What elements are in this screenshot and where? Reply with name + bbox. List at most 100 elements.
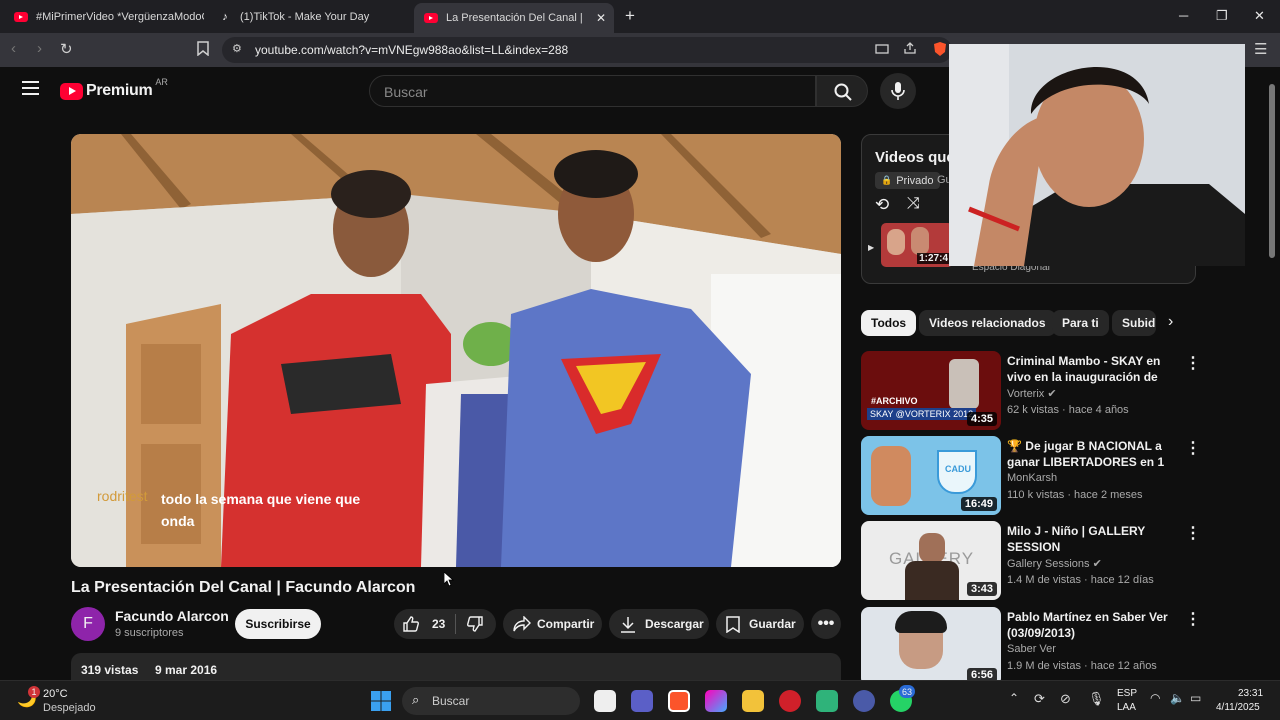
file-explorer-icon[interactable]: [742, 690, 764, 712]
upload-date: 9 mar 2016: [155, 663, 218, 677]
menu-icon[interactable]: ☰: [1254, 40, 1267, 58]
playlist-item-thumbnail[interactable]: 1:27:4: [881, 223, 953, 267]
shuffle-icon[interactable]: ⤨: [907, 195, 920, 213]
channel-avatar[interactable]: F: [71, 607, 105, 641]
wifi-icon[interactable]: ◠: [1150, 691, 1160, 705]
site-settings-icon[interactable]: ⚙: [232, 42, 242, 55]
privacy-label: Privado: [896, 174, 934, 187]
microphone-icon[interactable]: 🎙: [1088, 691, 1105, 707]
bookmark-icon[interactable]: [197, 41, 209, 60]
location-off-icon[interactable]: ⊘: [1060, 691, 1071, 707]
tab-tiktok[interactable]: ♪ (1)TikTok - Make Your Day: [208, 4, 408, 30]
video-title[interactable]: Pablo Martínez en Saber Ver (03/09/2013): [1007, 609, 1179, 641]
voice-search-button[interactable]: [880, 73, 916, 109]
taskbar: 🌙 1 20°C Despejado ⌕ Buscar 63 ⌃ ⟳ ⊘ 🎙 E…: [0, 680, 1280, 720]
chip-all[interactable]: Todos: [861, 310, 917, 336]
video-player[interactable]: rodritest todo la semana que viene que o…: [71, 134, 841, 567]
loop-icon[interactable]: ⟲: [875, 195, 889, 215]
clock-date[interactable]: 4/11/2025: [1216, 702, 1260, 713]
windows-start-icon[interactable]: [371, 691, 391, 711]
teams-icon[interactable]: [631, 690, 653, 712]
task-view-icon[interactable]: [594, 690, 616, 712]
share-button[interactable]: Compartir: [503, 609, 602, 639]
video-title[interactable]: Milo J - Niño | GALLERY SESSION: [1007, 523, 1179, 555]
related-video[interactable]: 6:56 Pablo Martínez en Saber Ver (03/09/…: [861, 607, 1196, 680]
subscribe-button[interactable]: Suscribirse: [235, 609, 321, 639]
minimize-button[interactable]: ─: [1179, 8, 1188, 23]
dislike-button[interactable]: [466, 615, 484, 633]
related-video[interactable]: #ARCHIVO SKAY @VORTERIX 2012 4:35 Crimin…: [861, 351, 1201, 431]
channel-name[interactable]: Saber Ver: [1007, 643, 1056, 655]
thumbnail-caption: CADU: [945, 464, 971, 474]
playlist-title[interactable]: Videos que: [875, 149, 955, 166]
download-button[interactable]: Descargar: [609, 609, 709, 639]
taskbar-search[interactable]: ⌕ Buscar: [402, 687, 580, 715]
battery-icon[interactable]: ▭: [1190, 691, 1201, 705]
brave-shield-icon[interactable]: [933, 41, 947, 61]
chip-related[interactable]: Videos relacionados: [919, 310, 1056, 336]
chevron-up-icon[interactable]: ⌃: [1009, 691, 1019, 705]
chevron-right-icon[interactable]: ›: [1168, 313, 1173, 331]
discord-icon[interactable]: [853, 690, 875, 712]
language-code[interactable]: ESP: [1117, 688, 1137, 699]
hamburger-menu-icon[interactable]: [22, 81, 39, 100]
video-meta: 1.9 M de vistas · hace 12 años: [1007, 660, 1157, 672]
more-vertical-icon[interactable]: ⋮: [1185, 523, 1201, 543]
copilot-icon[interactable]: [705, 690, 727, 712]
forward-icon[interactable]: ›: [37, 40, 42, 57]
back-icon[interactable]: ‹: [11, 40, 16, 57]
search-placeholder: Buscar: [384, 84, 428, 100]
more-vertical-icon[interactable]: ⋮: [1185, 353, 1201, 373]
clock-time[interactable]: 23:31: [1238, 688, 1263, 699]
video-thumbnail[interactable]: #ARCHIVO SKAY @VORTERIX 2012 4:35: [861, 351, 1001, 430]
channel-name[interactable]: Facundo Alarcon: [115, 608, 229, 624]
opera-icon[interactable]: [779, 690, 801, 712]
new-tab-button[interactable]: +: [625, 6, 635, 26]
video-thumbnail[interactable]: 6:56: [861, 607, 1001, 680]
more-vertical-icon[interactable]: ⋮: [1185, 609, 1196, 629]
close-window-button[interactable]: ✕: [1254, 8, 1265, 24]
webcam-frame: [949, 44, 1245, 266]
scrollbar-thumb[interactable]: [1269, 84, 1275, 258]
like-count: 23: [432, 617, 446, 631]
channel-name[interactable]: Gallery Sessions ✔: [1007, 557, 1102, 570]
reload-icon[interactable]: ↻: [60, 40, 73, 58]
video-meta: 1.4 M de vistas · hace 12 días: [1007, 574, 1154, 586]
channel-name[interactable]: Vorterix ✔: [1007, 387, 1057, 400]
tab-first[interactable]: #MiPrimerVideo *VergüenzaModoOFF*: [4, 4, 204, 30]
sync-icon[interactable]: ⟳: [1034, 691, 1045, 707]
temperature[interactable]: 20°C: [43, 688, 68, 700]
related-video[interactable]: GALLERY 3:43 Milo J - Niño | GALLERY SES…: [861, 521, 1201, 601]
video-title[interactable]: 🏆 De jugar B NACIONAL a ganar LIBERTADOR…: [1007, 438, 1179, 472]
keyboard-layout[interactable]: LAA: [1117, 702, 1136, 713]
video-thumbnail[interactable]: CADU 16:49: [861, 436, 1001, 515]
youtube-logo[interactable]: Premium AR: [60, 77, 168, 100]
thumbs-down-icon: [467, 616, 484, 632]
search-input[interactable]: Buscar: [369, 75, 816, 107]
volume-icon[interactable]: 🔈: [1170, 691, 1185, 705]
more-actions-button[interactable]: •••: [811, 609, 841, 639]
brave-icon[interactable]: [668, 690, 690, 712]
verified-icon: ✔: [1092, 558, 1102, 570]
related-video[interactable]: CADU 16:49 🏆 De jugar B NACIONAL a ganar…: [861, 436, 1201, 516]
save-button[interactable]: Guardar: [716, 609, 804, 639]
close-tab-icon[interactable]: ✕: [596, 11, 606, 25]
share-page-icon[interactable]: [903, 41, 917, 59]
channel-name[interactable]: MonKarsh: [1007, 472, 1057, 484]
chip-uploaded[interactable]: Subid: [1112, 310, 1156, 336]
video-thumbnail[interactable]: GALLERY 3:43: [861, 521, 1001, 600]
page-scrollbar[interactable]: [1268, 70, 1276, 678]
more-vertical-icon[interactable]: ⋮: [1185, 438, 1201, 458]
cast-icon[interactable]: [875, 42, 889, 59]
description-box[interactable]: 319 vistas 9 mar 2016: [71, 653, 841, 683]
tiktok-app-icon[interactable]: [816, 690, 838, 712]
maximize-button[interactable]: ❐: [1216, 8, 1228, 24]
thumbs-up-icon: [403, 616, 419, 632]
video-title[interactable]: Criminal Mambo - SKAY en vivo en la inau…: [1007, 353, 1179, 387]
address-bar[interactable]: ⚙ youtube.com/watch?v=mVNEgw988ao&list=L…: [222, 37, 952, 63]
view-count: 319 vistas: [81, 663, 139, 677]
tab-active[interactable]: La Presentación Del Canal | Facundo Alar…: [414, 3, 614, 33]
like-button[interactable]: 23: [394, 615, 445, 633]
search-button[interactable]: [816, 75, 868, 107]
chip-for-you[interactable]: Para ti: [1052, 310, 1109, 336]
